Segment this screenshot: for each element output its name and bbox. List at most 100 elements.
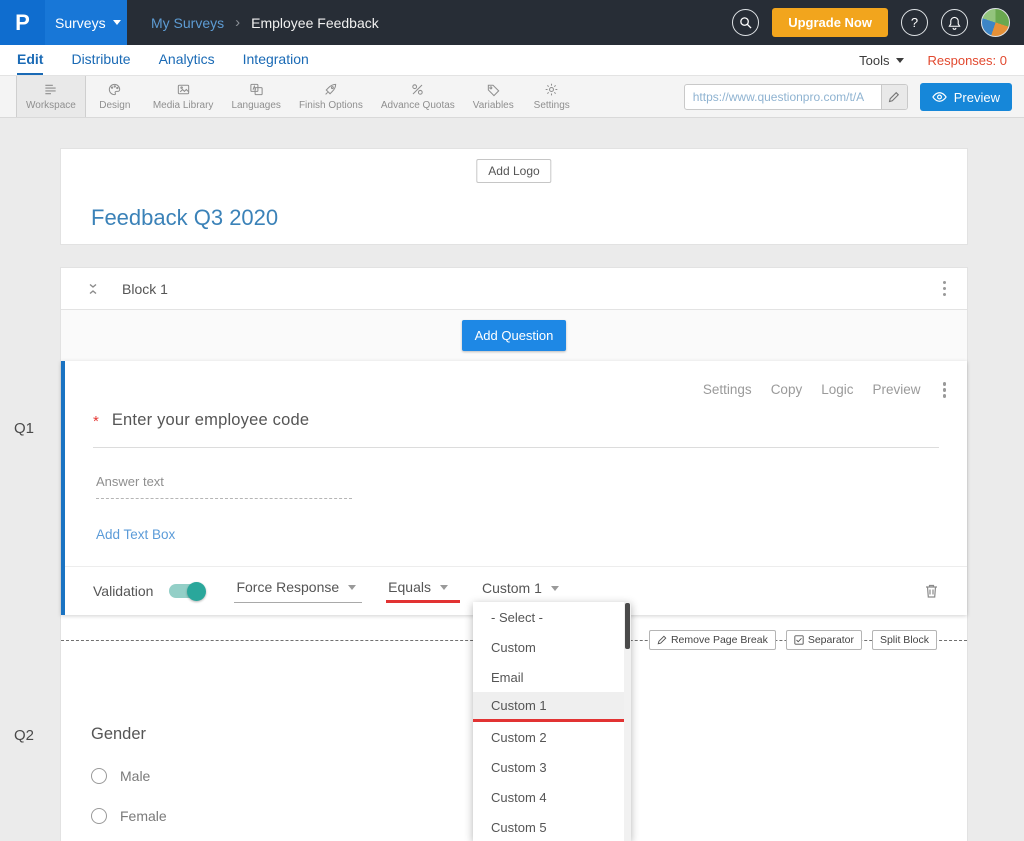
toolbar-item-label: Settings [534,100,570,111]
radio-button[interactable] [91,808,107,824]
survey-title[interactable]: Feedback Q3 2020 [91,205,278,231]
tab-distribute[interactable]: Distribute [71,45,130,75]
add-logo-button[interactable]: Add Logo [476,159,551,183]
force-response-value: Force Response [236,579,339,595]
toolbar-item-advance-quotas[interactable]: Advance Quotas [372,76,464,117]
split-block-button[interactable]: Split Block [872,630,937,650]
questionpro-logo: P [0,0,45,45]
toolbar-item-label: Media Library [153,100,214,111]
dropdown-scrollbar[interactable] [624,602,631,841]
answer-option-female: Female [91,808,167,824]
scrollbar-thumb[interactable] [625,603,630,649]
chevron-down-icon [440,585,448,590]
question-2-text[interactable]: Gender [91,725,146,744]
pencil-icon [657,635,667,645]
required-marker: * [93,411,99,430]
validation-label: Validation [93,583,153,599]
add-question-button[interactable]: Add Question [462,320,567,351]
dropdown-option-select[interactable]: - Select - [473,602,631,632]
trash-icon [924,583,939,599]
breadcrumb-my-surveys[interactable]: My Surveys [151,15,224,31]
tabbar-right: Tools Responses: 0 [859,45,1007,75]
force-response-dropdown[interactable]: Force Response [234,579,362,603]
block-header: Block 1 [61,268,967,310]
toolbar-item-variables[interactable]: Variables [464,76,523,117]
collapse-block-button[interactable] [87,282,99,296]
question-actions: Settings Copy Logic Preview [703,379,949,401]
question-text[interactable]: Enter your employee code [112,411,309,430]
operator-value: Equals [388,579,431,595]
block-menu-button[interactable] [940,278,950,300]
custom-value-dropdown[interactable]: Custom 1 [482,580,559,602]
question-settings-link[interactable]: Settings [703,382,752,397]
editor-toolbar: Workspace Design Media Library Languages… [0,76,1024,118]
edit-url-button[interactable] [881,84,907,110]
custom-value: Custom 1 [482,580,542,596]
page-break-buttons: Remove Page Break Separator Split Block [649,630,937,650]
preview-button[interactable]: Preview [920,83,1012,111]
languages-icon [249,82,264,97]
question-2-gutter-label: Q2 [14,727,34,744]
product-menu-label: Surveys [55,15,106,31]
toggle-knob [187,582,206,601]
avatar[interactable] [981,8,1010,37]
option-label[interactable]: Male [120,768,150,784]
chevron-down-icon [113,20,121,25]
validation-toggle[interactable] [169,584,204,598]
separator-button[interactable]: Separator [786,630,862,650]
toolbar-item-media-library[interactable]: Media Library [144,76,223,117]
tools-menu[interactable]: Tools [859,53,903,68]
design-icon [107,82,122,97]
checkbox-icon [794,635,804,645]
toolbar-item-settings[interactable]: Settings [523,76,581,117]
remove-page-break-button[interactable]: Remove Page Break [649,630,776,650]
question-menu-button[interactable] [940,379,950,401]
custom-value-dropdown-menu: - Select - Custom Email Custom 1 Custom … [473,602,631,841]
help-button[interactable]: ? [901,9,928,36]
toolbar-item-languages[interactable]: Languages [222,76,290,117]
question-copy-link[interactable]: Copy [771,382,803,397]
survey-url-input[interactable] [685,90,881,104]
notifications-button[interactable] [941,9,968,36]
tab-analytics[interactable]: Analytics [159,45,215,75]
finish-options-icon [323,82,338,97]
delete-validation-button[interactable] [924,583,939,599]
question-1-gutter-label: Q1 [14,420,34,437]
toolbar-item-finish-options[interactable]: Finish Options [290,76,372,117]
product-switcher[interactable]: P Surveys [0,0,127,45]
answer-option-male: Male [91,768,150,784]
dropdown-option-custom[interactable]: Custom [473,632,631,662]
advance-quotas-icon [410,82,425,97]
collapse-icon [87,282,99,296]
toolbar-item-label: Design [99,100,130,111]
chevron-down-icon [348,585,356,590]
pencil-icon [888,91,900,103]
settings-icon [544,82,559,97]
operator-dropdown[interactable]: Equals [386,579,460,603]
question-title-row: * Enter your employee code [93,411,939,448]
toolbar-right: Preview [684,76,1012,118]
search-icon [739,16,752,29]
radio-button[interactable] [91,768,107,784]
toolbar-item-workspace[interactable]: Workspace [16,76,86,117]
toolbar-item-label: Finish Options [299,100,363,111]
tab-integration[interactable]: Integration [243,45,309,75]
option-label[interactable]: Female [120,808,167,824]
dropdown-option-custom4[interactable]: Custom 4 [473,782,631,812]
toolbar-item-label: Workspace [26,100,76,111]
tab-edit[interactable]: Edit [17,45,43,75]
dropdown-option-custom3[interactable]: Custom 3 [473,752,631,782]
upgrade-button[interactable]: Upgrade Now [772,8,888,37]
breadcrumb-current-survey: Employee Feedback [251,15,379,31]
add-text-box-link[interactable]: Add Text Box [96,527,175,542]
dropdown-option-email[interactable]: Email [473,662,631,692]
toolbar-item-design[interactable]: Design [86,76,144,117]
question-logic-link[interactable]: Logic [821,382,853,397]
dropdown-option-custom2[interactable]: Custom 2 [473,722,631,752]
dropdown-option-custom1[interactable]: Custom 1 [473,692,631,722]
responses-count[interactable]: Responses: 0 [928,53,1008,68]
question-preview-link[interactable]: Preview [872,382,920,397]
answer-text-field[interactable]: Answer text [96,474,352,499]
search-button[interactable] [732,9,759,36]
dropdown-option-custom5[interactable]: Custom 5 [473,812,631,841]
